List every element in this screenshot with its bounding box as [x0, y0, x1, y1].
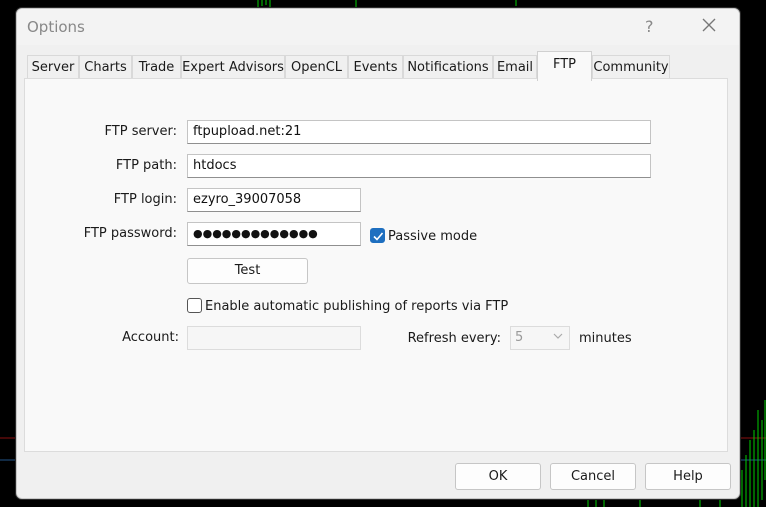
auto-publish-label: Enable automatic publishing of reports v…: [205, 299, 509, 314]
refresh-interval-select[interactable]: 5: [510, 326, 570, 350]
chevron-down-icon: [553, 333, 563, 339]
refresh-every-label: Refresh every:: [407, 331, 501, 346]
help-button[interactable]: Help: [645, 463, 731, 490]
title-bar: Options ?: [17, 9, 739, 45]
tab-events[interactable]: Events: [348, 55, 403, 79]
ftp-login-label: FTP login:: [113, 192, 177, 207]
tab-notifications[interactable]: Notifications: [403, 55, 493, 79]
cancel-button[interactable]: Cancel: [550, 463, 636, 490]
ftp-password-label: FTP password:: [83, 226, 177, 241]
tab-trade[interactable]: Trade: [132, 55, 181, 79]
ftp-login-input[interactable]: ezyro_39007058: [187, 188, 361, 212]
test-button[interactable]: Test: [187, 258, 308, 284]
ftp-path-input[interactable]: htdocs: [187, 154, 651, 178]
tab-expert-advisors[interactable]: Expert Advisors: [181, 55, 285, 79]
help-icon[interactable]: ?: [645, 17, 654, 36]
tab-server[interactable]: Server: [27, 55, 79, 79]
ftp-path-label: FTP path:: [115, 158, 177, 173]
account-input[interactable]: [187, 326, 361, 350]
ftp-server-label: FTP server:: [104, 124, 177, 139]
ftp-server-input[interactable]: ftpupload.net:21: [187, 120, 651, 144]
tab-ftp[interactable]: FTP: [537, 51, 592, 81]
refresh-interval-value: 5: [515, 330, 524, 345]
window-title: Options: [27, 18, 85, 36]
close-icon[interactable]: [701, 17, 717, 33]
account-label: Account:: [122, 330, 179, 345]
ftp-password-input[interactable]: ●●●●●●●●●●●●●: [187, 222, 361, 246]
tab-email[interactable]: Email: [493, 55, 537, 79]
checkmark-icon: [373, 232, 384, 241]
auto-publish-checkbox[interactable]: [187, 298, 202, 313]
tab-opencl[interactable]: OpenCL: [285, 55, 348, 79]
minutes-label: minutes: [579, 331, 632, 346]
options-dialog: Options ? Server Charts Trade Expert Adv…: [16, 8, 740, 499]
passive-mode-checkbox[interactable]: [370, 228, 385, 243]
ok-button[interactable]: OK: [455, 463, 541, 490]
tab-community[interactable]: Community: [592, 55, 670, 79]
chart-candles-top: [257, 0, 517, 8]
dialog-footer: OK Cancel Help: [17, 452, 739, 498]
ftp-settings-panel: FTP server: ftpupload.net:21 FTP path: h…: [24, 78, 728, 452]
tab-charts[interactable]: Charts: [79, 55, 132, 79]
passive-mode-label: Passive mode: [388, 229, 478, 244]
